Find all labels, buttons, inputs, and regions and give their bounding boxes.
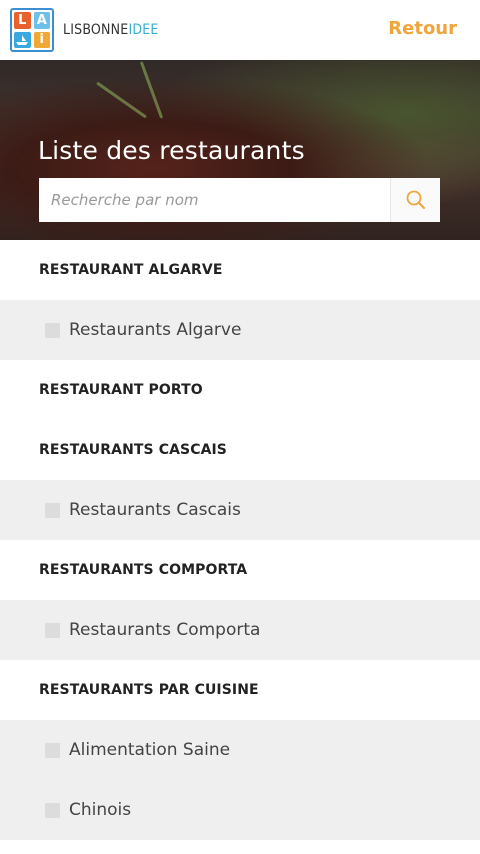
- page-title: Liste des restaurants: [38, 136, 305, 165]
- brand-name-part2: IDEE: [128, 22, 159, 38]
- checkbox[interactable]: [45, 322, 60, 338]
- back-button[interactable]: Retour: [388, 18, 457, 39]
- search-button[interactable]: [390, 178, 440, 222]
- logo-tile-i: i: [33, 31, 50, 48]
- hero-banner: Liste des restaurants: [0, 60, 480, 240]
- category-label: RESTAURANTS CASCAIS: [39, 442, 227, 458]
- category-label: RESTAURANTS PAR CUISINE: [39, 682, 259, 698]
- list-item-label: Restaurants Algarve: [69, 320, 242, 340]
- list-item[interactable]: Restaurants Algarve: [0, 300, 480, 360]
- logo-tile-image: [14, 31, 31, 48]
- list-item[interactable]: Restaurants Cascais: [0, 480, 480, 540]
- hero-decor: [96, 81, 147, 119]
- brand-name-part1: LISBONNE: [63, 22, 129, 38]
- list-item-label: Alimentation Saine: [69, 740, 231, 760]
- app-logo[interactable]: L A i: [10, 8, 54, 52]
- checkbox[interactable]: [45, 742, 60, 758]
- search-bar: [39, 178, 440, 222]
- search-icon: [406, 190, 425, 209]
- category-header[interactable]: RESTAURANT PORTO: [0, 360, 480, 420]
- list-item-label: Chinois: [69, 800, 132, 820]
- brand-name: LISBONNEIDEE: [63, 22, 159, 38]
- category-header[interactable]: RESTAURANT ALGARVE: [0, 240, 480, 300]
- app-header: L A i LISBONNEIDEE Retour: [0, 0, 480, 60]
- category-label: RESTAURANT PORTO: [39, 382, 203, 398]
- search-input[interactable]: [39, 178, 390, 222]
- restaurant-category-list: RESTAURANT ALGARVE Restaurants Algarve R…: [0, 240, 480, 840]
- checkbox[interactable]: [45, 622, 60, 638]
- category-header[interactable]: RESTAURANTS COMPORTA: [0, 540, 480, 600]
- logo-tile-l: L: [14, 12, 31, 29]
- category-label: RESTAURANT ALGARVE: [39, 262, 223, 278]
- category-label: RESTAURANTS COMPORTA: [39, 562, 248, 578]
- list-item-label: Restaurants Comporta: [69, 620, 261, 640]
- list-item[interactable]: Alimentation Saine: [0, 720, 480, 780]
- category-header[interactable]: RESTAURANTS CASCAIS: [0, 420, 480, 480]
- logo-tile-a: A: [33, 12, 50, 29]
- list-item[interactable]: Restaurants Comporta: [0, 600, 480, 660]
- checkbox[interactable]: [45, 502, 60, 518]
- list-item[interactable]: Chinois: [0, 780, 480, 840]
- hero-decor: [139, 61, 164, 119]
- checkbox[interactable]: [45, 802, 60, 818]
- category-header[interactable]: RESTAURANTS PAR CUISINE: [0, 660, 480, 720]
- list-item-label: Restaurants Cascais: [69, 500, 241, 520]
- boat-icon: [16, 34, 29, 45]
